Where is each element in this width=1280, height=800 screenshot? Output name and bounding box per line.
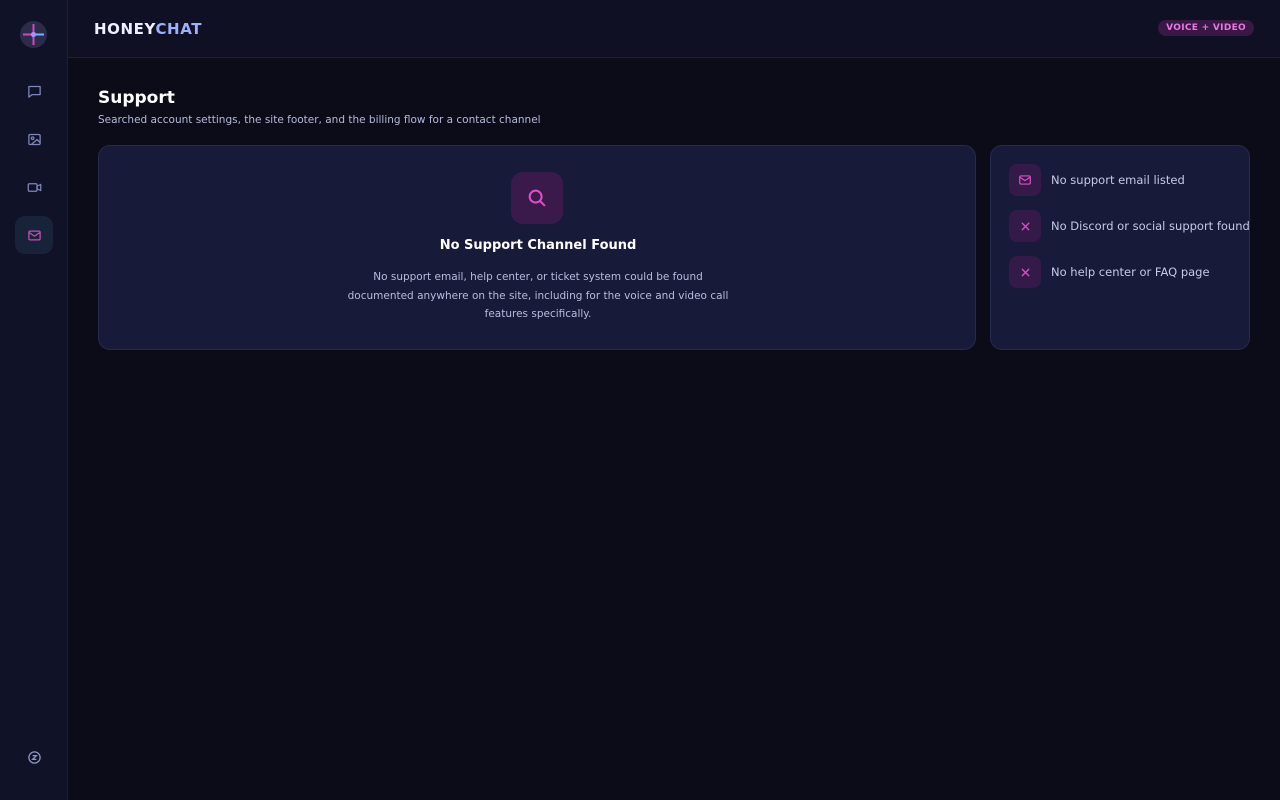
findings-card: No support email listed No Discord or so… (990, 145, 1250, 350)
finding-item-discord: No Discord or social support found (1009, 210, 1250, 242)
sidebar (0, 0, 68, 800)
sidebar-item-support[interactable] (15, 216, 53, 254)
mail-icon (1019, 175, 1031, 185)
card-title: No Support Channel Found (439, 238, 637, 253)
finding-icon-wrap (1009, 210, 1041, 242)
search-tile (511, 172, 563, 224)
finding-label: No Discord or social support found (1051, 219, 1250, 233)
sidebar-item-billing[interactable] (15, 738, 53, 776)
top-header: HONEYCHAT VOICE + VIDEO (68, 0, 1280, 58)
page-title: Support (98, 88, 175, 108)
search-icon (528, 189, 546, 207)
chat-icon (27, 85, 41, 98)
sidebar-item-images[interactable] (15, 120, 53, 158)
close-icon (1021, 268, 1029, 276)
brand-part2: CHAT (155, 20, 203, 38)
logo-icon (23, 24, 44, 45)
finding-item-help-center: No help center or FAQ page (1009, 256, 1210, 288)
coin-icon (27, 750, 41, 764)
close-icon (1021, 222, 1029, 230)
finding-label: No help center or FAQ page (1051, 265, 1210, 279)
brand-wordmark[interactable]: HONEYCHAT (94, 20, 202, 38)
mode-badge: VOICE + VIDEO (1158, 20, 1254, 36)
page-subtitle: Searched account settings, the site foot… (98, 114, 541, 126)
finding-icon-wrap (1009, 164, 1041, 196)
finding-label: No support email listed (1051, 173, 1185, 187)
finding-icon-wrap (1009, 256, 1041, 288)
mail-icon (27, 230, 41, 240)
finding-item-email: No support email listed (1009, 164, 1185, 196)
sidebar-item-chat[interactable] (15, 72, 53, 110)
card-description: No support email, help center, or ticket… (347, 271, 729, 320)
sidebar-item-video[interactable] (15, 168, 53, 206)
app-root: HONEYCHAT VOICE + VIDEO Support Searched… (0, 0, 1280, 800)
image-icon (27, 133, 41, 145)
no-support-card: No Support Channel Found No support emai… (98, 145, 976, 350)
video-icon (27, 182, 41, 192)
app-logo[interactable] (20, 21, 47, 48)
brand-part1: HONEY (94, 20, 156, 38)
